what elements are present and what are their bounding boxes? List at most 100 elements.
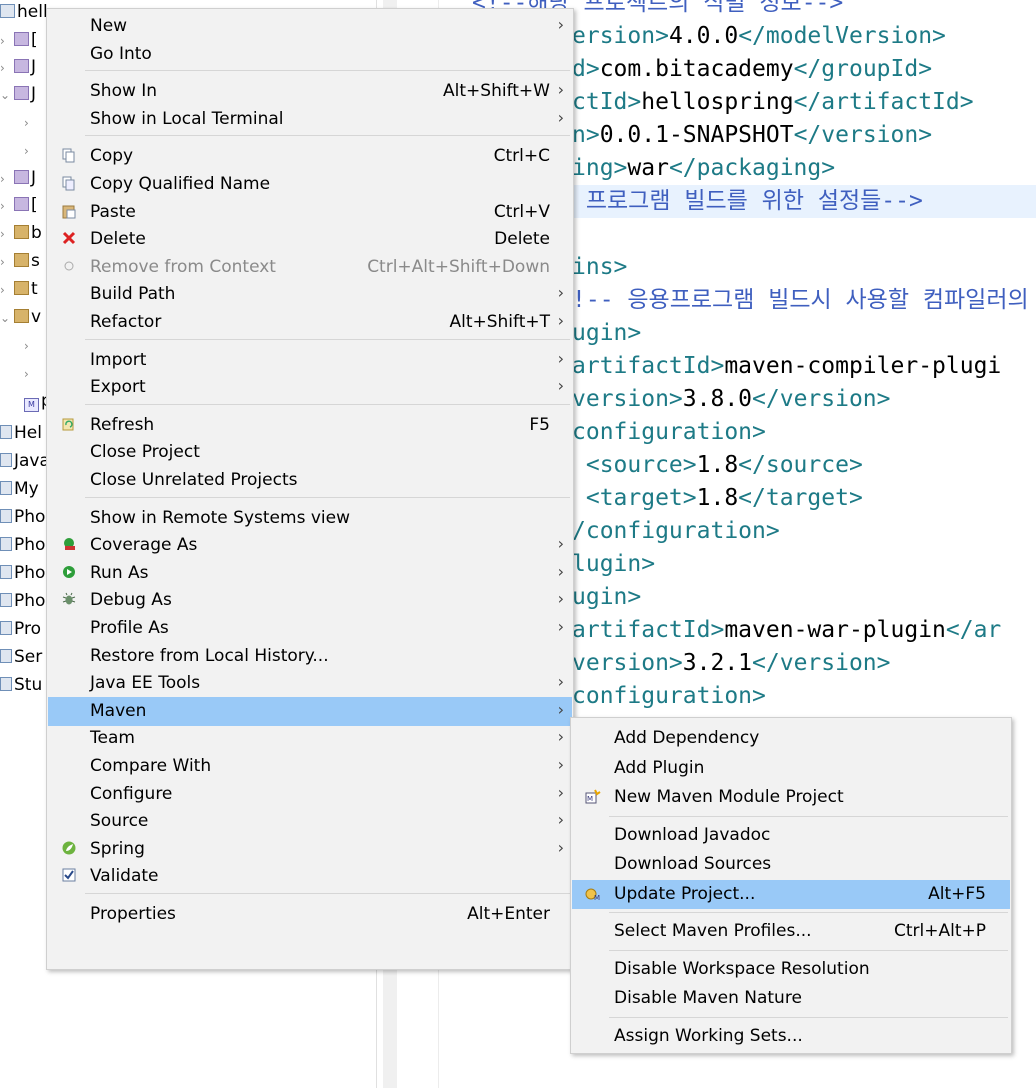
maven-item-assign-working-sets[interactable]: Assign Working Sets... (572, 1022, 1010, 1051)
expand-arrow-icon[interactable]: › (0, 167, 14, 191)
maven-item-add-plugin[interactable]: Add Plugin (572, 754, 1010, 783)
tree-item[interactable]: › J (0, 166, 36, 190)
maven-item-new-maven-module-project[interactable]: M New Maven Module Project (572, 783, 1010, 812)
tree-item[interactable]: ⌄ J (0, 82, 36, 106)
tree-item[interactable]: ⌄ v (0, 305, 41, 329)
menu-item-remove-from-context[interactable]: Remove from Context Ctrl+Alt+Shift+Down (48, 253, 572, 282)
project-item[interactable]: Pho (0, 505, 45, 529)
project-icon (0, 453, 12, 467)
maven-item-download-sources[interactable]: Download Sources (572, 850, 1010, 879)
maven-item-disable-workspace-resolution[interactable]: Disable Workspace Resolution (572, 955, 1010, 984)
menu-item-label: Java EE Tools (90, 673, 201, 694)
menu-item-restore-from-local-history[interactable]: Restore from Local History... (48, 642, 572, 671)
menu-item-java-ee-tools[interactable]: Java EE Tools › (48, 669, 572, 698)
project-item[interactable]: Hel (0, 421, 42, 445)
menu-item-source[interactable]: Source › (48, 807, 572, 836)
menu-item-delete[interactable]: Delete Delete (48, 225, 572, 254)
tree-item[interactable]: › (0, 138, 38, 162)
menu-item-spring[interactable]: Spring › (48, 835, 572, 864)
menu-item-paste[interactable]: Paste Ctrl+V (48, 198, 572, 227)
project-item[interactable]: Java (0, 449, 50, 473)
tree-item[interactable]: › (0, 333, 38, 357)
expand-arrow-icon[interactable]: › (24, 362, 38, 386)
tree-item[interactable]: › (0, 110, 38, 134)
project-item[interactable]: My (0, 477, 39, 501)
expand-arrow-icon[interactable]: › (0, 222, 14, 246)
maven-item-update-project[interactable]: M Update Project... Alt+F5 (572, 879, 1010, 909)
code-tag: </version> (752, 650, 891, 676)
maven-item-disable-maven-nature[interactable]: Disable Maven Nature (572, 984, 1010, 1013)
menu-item-properties[interactable]: Properties Alt+Enter (48, 900, 572, 929)
submenu-arrow-icon: › (557, 755, 564, 774)
tree-item[interactable]: › s (0, 249, 40, 273)
menu-item-compare-with[interactable]: Compare With › (48, 752, 572, 781)
project-icon (0, 565, 12, 579)
menu-item-close-unrelated-projects[interactable]: Close Unrelated Projects (48, 466, 572, 495)
menu-item-export[interactable]: Export › (48, 373, 572, 402)
menu-item-run-as[interactable]: Run As › (48, 559, 572, 588)
menu-item-build-path[interactable]: Build Path › (48, 280, 572, 309)
menu-item-show-in-remote-systems-view[interactable]: Show in Remote Systems view (48, 504, 572, 533)
expand-arrow-icon[interactable]: › (24, 139, 38, 163)
menu-item-label: Coverage As (90, 535, 198, 556)
menu-separator (85, 403, 570, 405)
expand-arrow-icon[interactable]: › (24, 334, 38, 358)
menu-item-copy-qualified-name[interactable]: Copy Qualified Name (48, 170, 572, 199)
menu-item-new[interactable]: New › (48, 12, 572, 41)
project-icon (0, 481, 12, 495)
delete-icon (61, 231, 77, 247)
maven-item-add-dependency[interactable]: Add Dependency (572, 724, 1010, 753)
expand-arrow-icon[interactable]: ⌄ (0, 83, 14, 107)
menu-item-show-in[interactable]: Show In Alt+Shift+W › (48, 77, 572, 106)
menu-item-validate[interactable]: Validate (48, 862, 572, 891)
menu-item-label: Copy (90, 146, 134, 167)
code-tag: </target> (738, 485, 863, 511)
expand-arrow-icon[interactable]: › (0, 194, 14, 218)
expand-arrow-icon[interactable]: › (24, 111, 38, 135)
tree-item[interactable]: › (0, 361, 38, 385)
tree-item[interactable]: ›[ (0, 28, 38, 52)
menu-item-debug-as[interactable]: Debug As › (48, 586, 572, 615)
folder-icon (14, 281, 29, 295)
menu-item-maven[interactable]: Maven › (48, 696, 572, 726)
menu-item-refresh[interactable]: Refresh F5 (48, 411, 572, 440)
project-item[interactable]: Pho (0, 589, 45, 613)
menu-item-profile-as[interactable]: Profile As › (48, 614, 572, 643)
project-item[interactable]: Pho (0, 561, 45, 585)
menu-item-label: Restore from Local History... (90, 645, 329, 666)
submenu-arrow-icon: › (557, 837, 564, 857)
code-tag: </ar (945, 617, 1002, 643)
menu-item-label: Refresh (90, 414, 155, 435)
tree-item-label: [ (31, 195, 38, 215)
project-item[interactable]: Stu (0, 673, 42, 697)
tree-item[interactable]: › t (0, 277, 38, 301)
validate-checkbox-icon (61, 868, 77, 884)
menu-item-configure[interactable]: Configure › (48, 780, 572, 809)
menu-item-coverage-as[interactable]: Coverage As › (48, 531, 572, 560)
project-item[interactable]: Pho (0, 533, 45, 557)
menu-item-import[interactable]: Import › (48, 346, 572, 375)
expand-arrow-icon[interactable]: ⌄ (0, 306, 14, 330)
tree-item[interactable]: ›[ (0, 193, 38, 217)
expand-arrow-icon[interactable]: › (0, 250, 14, 274)
maven-item-select-maven-profiles[interactable]: Select Maven Profiles... Ctrl+Alt+P (572, 917, 1010, 946)
menu-item-show-in-local-terminal[interactable]: Show in Local Terminal › (48, 105, 572, 134)
menu-item-close-project[interactable]: Close Project (48, 438, 572, 467)
menu-item-copy[interactable]: Copy Ctrl+C (48, 142, 572, 171)
project-item[interactable]: Pro (0, 617, 41, 641)
code-tag: version> (572, 386, 683, 412)
expand-arrow-icon[interactable]: › (0, 29, 14, 53)
menu-separator (85, 893, 570, 894)
expand-arrow-icon[interactable]: › (0, 56, 14, 80)
project-item[interactable]: Ser (0, 645, 42, 669)
tree-item[interactable]: › b (0, 221, 42, 245)
menu-separator (609, 815, 1008, 817)
tree-item[interactable]: › J (0, 55, 36, 79)
menu-item-team[interactable]: Team › (48, 724, 572, 753)
tree-item-top-project[interactable]: hell (0, 0, 48, 24)
menu-item-go-into[interactable]: Go Into (48, 40, 572, 69)
expand-arrow-icon[interactable]: › (0, 278, 14, 302)
menu-item-refactor[interactable]: Refactor Alt+Shift+T › (48, 308, 572, 337)
tree-item[interactable]: Mp (0, 389, 52, 413)
maven-item-download-javadoc[interactable]: Download Javadoc (572, 821, 1010, 850)
